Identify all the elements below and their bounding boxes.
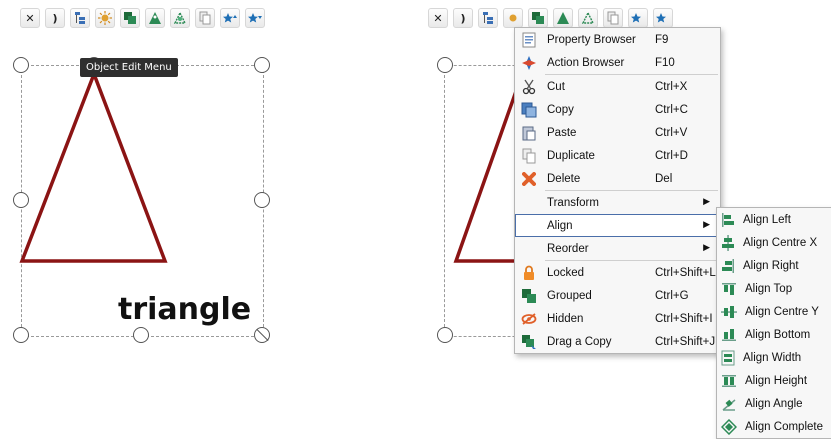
menu-shortcut: Ctrl+Shift+L: [655, 266, 716, 279]
menu-item-reorder[interactable]: Reorder ▶: [515, 237, 720, 260]
menu-shortcut: Ctrl+Shift+I: [655, 312, 713, 325]
tooltip: Object Edit Menu: [80, 58, 178, 77]
menu-label: Align Top: [745, 282, 793, 295]
menu-label: Grouped: [547, 289, 592, 302]
menu-item-copy[interactable]: Copy Ctrl+C: [515, 98, 720, 121]
shape-label: triangle: [118, 292, 252, 327]
menu-shortcut: Ctrl+G: [655, 289, 689, 302]
menu-label: Hidden: [547, 312, 584, 325]
menu-item-cut[interactable]: Cut Ctrl+X: [515, 75, 720, 98]
cut-icon: [520, 78, 538, 96]
left-canvas: ✕ ) Object Edit Menu triangle: [0, 0, 400, 434]
menu-shortcut: Ctrl+Shift+J: [655, 335, 716, 348]
menu-shortcut: Ctrl+D: [655, 149, 688, 162]
object-edit-menu: Property Browser F9 Action Browser F10 C…: [514, 27, 721, 354]
align-centre-y-icon: [721, 303, 737, 321]
menu-item-drag-a-copy[interactable]: Drag a Copy Ctrl+Shift+J: [515, 330, 720, 353]
menu-label: Property Browser: [547, 33, 636, 46]
menu-label: Align Bottom: [745, 328, 811, 341]
align-top-icon: [721, 280, 737, 298]
menu-label: Align Centre Y: [745, 305, 819, 318]
group-icon: [520, 287, 538, 305]
right-canvas: ✕ ) Property Browser F9 Action Browser F…: [400, 0, 831, 439]
menu-item-property-browser[interactable]: Property Browser F9: [515, 28, 720, 51]
menu-label: Align Height: [745, 374, 808, 387]
menu-item-align-left[interactable]: Align Left: [717, 208, 831, 231]
align-bottom-icon: [721, 326, 737, 344]
menu-item-align-centre-x[interactable]: Align Centre X: [717, 231, 831, 254]
menu-shortcut: Ctrl+V: [655, 126, 688, 139]
menu-item-align-complete[interactable]: Align Complete: [717, 415, 831, 438]
align-right-icon: [721, 257, 735, 275]
menu-shortcut: F10: [655, 56, 675, 69]
menu-label: Align Centre X: [743, 236, 818, 249]
menu-item-paste[interactable]: Paste Ctrl+V: [515, 121, 720, 144]
hidden-icon: [520, 310, 538, 328]
menu-label: Locked: [547, 266, 585, 279]
menu-item-align-width[interactable]: Align Width: [717, 346, 831, 369]
property-browser-icon: [520, 31, 538, 49]
menu-item-delete[interactable]: Delete Del: [515, 167, 720, 190]
menu-shortcut: F9: [655, 33, 669, 46]
align-left-icon: [721, 211, 735, 229]
menu-item-hidden[interactable]: Hidden Ctrl+Shift+I: [515, 307, 720, 330]
action-browser-icon: [520, 54, 538, 72]
menu-shortcut: Ctrl+C: [655, 103, 688, 116]
menu-item-align-angle[interactable]: Align Angle: [717, 392, 831, 415]
triangle-shape[interactable]: [0, 0, 400, 434]
align-complete-icon: [721, 418, 737, 436]
copy-icon: [520, 101, 538, 119]
menu-item-action-browser[interactable]: Action Browser F10: [515, 51, 720, 74]
lock-icon: [520, 264, 538, 282]
menu-item-align-bottom[interactable]: Align Bottom: [717, 323, 831, 346]
menu-label: Align Right: [743, 259, 799, 272]
submenu-arrow-icon: ▶: [703, 242, 710, 252]
menu-item-align-right[interactable]: Align Right: [717, 254, 831, 277]
menu-label: Reorder: [547, 242, 589, 255]
menu-item-align-height[interactable]: Align Height: [717, 369, 831, 392]
align-submenu: Align Left Align Centre X Align Right Al…: [716, 207, 831, 439]
menu-item-align-top[interactable]: Align Top: [717, 277, 831, 300]
menu-label: Drag a Copy: [547, 335, 612, 348]
submenu-arrow-icon: ▶: [703, 219, 710, 229]
align-height-icon: [721, 372, 737, 390]
menu-item-duplicate[interactable]: Duplicate Ctrl+D: [515, 144, 720, 167]
menu-label: Duplicate: [547, 149, 595, 162]
menu-item-align[interactable]: Align ▶: [515, 214, 720, 237]
drag-copy-icon: [520, 333, 538, 351]
menu-item-grouped[interactable]: Grouped Ctrl+G: [515, 284, 720, 307]
delete-icon: [520, 170, 538, 188]
menu-label: Align Complete: [745, 420, 823, 433]
menu-label: Paste: [547, 126, 577, 139]
menu-label: Align Left: [743, 213, 791, 226]
submenu-arrow-icon: ▶: [703, 196, 710, 206]
menu-label: Cut: [547, 80, 565, 93]
menu-shortcut: Ctrl+X: [655, 80, 688, 93]
align-width-icon: [721, 349, 735, 367]
menu-label: Transform: [547, 196, 599, 209]
menu-label: Action Browser: [547, 56, 625, 69]
menu-label: Align Angle: [745, 397, 803, 410]
duplicate-icon: [520, 147, 538, 165]
menu-item-align-centre-y[interactable]: Align Centre Y: [717, 300, 831, 323]
menu-label: Copy: [547, 103, 574, 116]
align-centre-x-icon: [721, 234, 735, 252]
paste-icon: [520, 124, 538, 142]
menu-item-transform[interactable]: Transform ▶: [515, 191, 720, 214]
menu-label: Delete: [547, 172, 581, 185]
align-angle-icon: [721, 395, 737, 413]
menu-label: Align Width: [743, 351, 802, 364]
menu-item-locked[interactable]: Locked Ctrl+Shift+L: [515, 261, 720, 284]
menu-label: Align: [547, 219, 573, 232]
menu-shortcut: Del: [655, 172, 673, 185]
